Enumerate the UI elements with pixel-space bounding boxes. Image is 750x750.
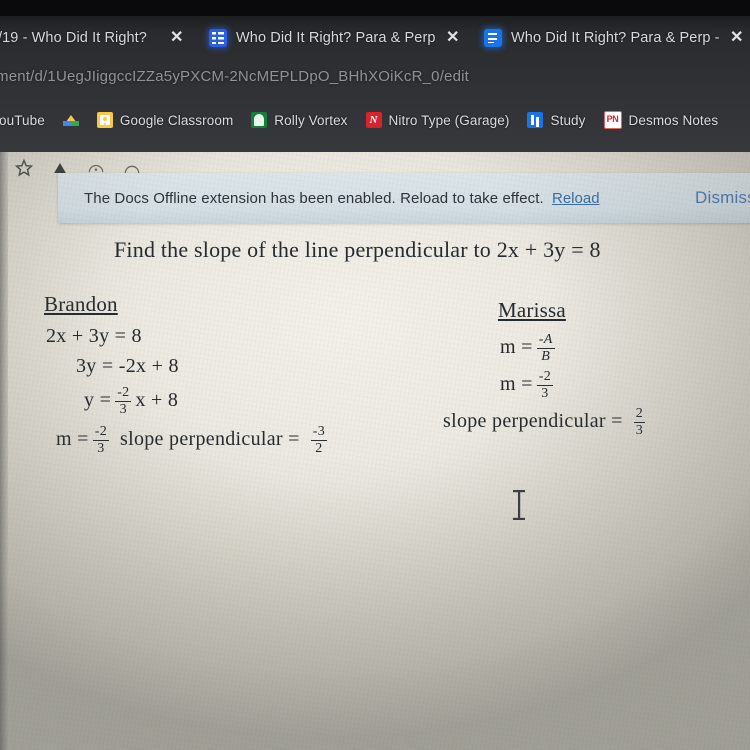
bookmark-youtube[interactable]: ouTube <box>0 111 54 130</box>
fraction-denominator: 3 <box>97 440 105 456</box>
tab-title: Who Did It Right? Para & Perp - <box>511 30 720 46</box>
google-sheets-icon <box>209 29 227 47</box>
browser-window: /19 - Who Did It Right? ✕ Who Did It Rig… <box>0 0 750 750</box>
browser-tab-1[interactable]: /19 - Who Did It Right? <box>0 16 192 60</box>
tab-close-icon-2[interactable]: ✕ <box>442 28 463 48</box>
rolly-vortex-icon <box>251 112 268 128</box>
brandon-answer-fraction: -3 2 <box>310 424 328 457</box>
fraction-denominator: 3 <box>119 402 127 418</box>
brandon-step-3-suffix: x + 8 <box>135 389 179 412</box>
marissa-slope-fraction: -2 3 <box>536 369 554 402</box>
brandon-step-4: m = -2 3 slope perpendicular = -3 2 <box>56 424 331 456</box>
bookmark-google-classroom[interactable]: Google Classroom <box>88 110 242 130</box>
fraction-denominator: 2 <box>315 440 323 456</box>
google-classroom-icon <box>96 112 113 128</box>
student-name-marissa: Marissa <box>498 298 566 322</box>
brandon-step-3-fraction: -2 3 <box>115 385 132 418</box>
fraction-numerator: -2 <box>115 385 132 403</box>
fraction-denominator: B <box>541 349 551 365</box>
fraction-numerator: -2 <box>536 369 554 386</box>
fraction-numerator: -2 <box>92 424 110 441</box>
text-cursor-icon <box>510 488 528 522</box>
bookmark-label: Nitro Type (Garage) <box>388 112 510 128</box>
bookmark-label: ouTube <box>0 112 45 128</box>
document-body[interactable]: Find the slope of the line perpendicular… <box>0 152 750 750</box>
marissa-step-2: m = -2 3 <box>500 369 649 401</box>
brandon-step-4-label: slope perpendicular = <box>120 427 300 450</box>
google-drive-icon <box>62 112 79 128</box>
question-prompt: Find the slope of the line perpendicular… <box>114 237 601 262</box>
bookmark-label: Desmos Notes <box>628 112 719 128</box>
brandon-step-2: 3y = -2x + 8 <box>76 355 179 377</box>
fraction-denominator: 3 <box>541 385 549 401</box>
tab-close-icon-3[interactable]: ✕ <box>726 28 747 48</box>
bookmark-study[interactable]: Study <box>518 110 594 130</box>
bookmark-desmos-notes[interactable]: PN Desmos Notes <box>595 109 728 131</box>
browser-chrome: /19 - Who Did It Right? ✕ Who Did It Rig… <box>0 0 750 152</box>
marissa-step-2-prefix: m = <box>500 372 533 395</box>
bookmarks-bar: ouTube Google Classroom Rolly Vortex N N… <box>0 103 750 137</box>
marissa-step-1-prefix: m = <box>500 336 533 359</box>
brandon-step-4-prefix: m = <box>56 427 89 450</box>
bookmark-label: Study <box>550 112 586 128</box>
fraction-denominator: 3 <box>635 423 644 439</box>
address-bar-url[interactable]: ment/d/1UegJIiggccIZZa5yPXCM-2NcMEPLDpO_… <box>0 68 469 85</box>
brandon-step-3: y = -2 3 x + 8 <box>84 385 331 417</box>
tab-strip: /19 - Who Did It Right? ✕ Who Did It Rig… <box>0 16 750 60</box>
tab-title: /19 - Who Did It Right? <box>0 30 147 46</box>
nitro-type-icon: N <box>365 112 382 128</box>
brandon-work-block: Brandon 2x + 3y = 8 3y = -2x + 8 y = -2 … <box>44 292 331 456</box>
fraction-numerator: -3 <box>310 424 328 441</box>
bookmark-label: Rolly Vortex <box>274 112 348 128</box>
google-docs-icon <box>484 29 502 47</box>
marissa-step-1: m = -A B <box>500 332 649 364</box>
marissa-work-block: Marissa m = -A B m = -2 3 slope perpendi… <box>443 298 649 438</box>
student-name-brandon: Brandon <box>44 292 118 316</box>
marissa-step-3: slope perpendicular = 2 3 <box>443 406 649 438</box>
document-viewport: The Docs Offline extension has been enab… <box>0 152 750 750</box>
brandon-step-1: 2x + 3y = 8 <box>46 325 142 347</box>
brandon-slope-fraction: -2 3 <box>92 424 110 457</box>
browser-tab-2[interactable]: Who Did It Right? Para & Perp <box>203 16 443 60</box>
tab-close-icon-1[interactable]: ✕ <box>166 28 187 48</box>
bookmark-rolly-vortex[interactable]: Rolly Vortex <box>242 110 356 130</box>
bookmark-google-drive[interactable] <box>54 110 88 130</box>
fraction-numerator: 2 <box>633 406 646 424</box>
tab-title: Who Did It Right? Para & Perp <box>236 30 436 46</box>
marissa-step-3-label: slope perpendicular = <box>443 410 623 433</box>
desmos-notes-icon: PN <box>603 111 622 129</box>
bookmark-nitro-type[interactable]: N Nitro Type (Garage) <box>357 110 519 130</box>
marissa-answer-fraction: 2 3 <box>633 406 646 439</box>
brandon-step-3-prefix: y = <box>84 389 112 412</box>
fraction-numerator: -A <box>536 332 555 350</box>
window-titlebar <box>0 0 750 16</box>
marissa-formula-fraction: -A B <box>536 332 555 365</box>
browser-tab-3[interactable]: Who Did It Right? Para & Perp - <box>478 16 726 60</box>
bookmark-label: Google Classroom <box>119 112 234 128</box>
omnibox-row: ment/d/1UegJIiggccIZZa5yPXCM-2NcMEPLDpO_… <box>0 62 750 98</box>
study-icon <box>527 112 544 128</box>
